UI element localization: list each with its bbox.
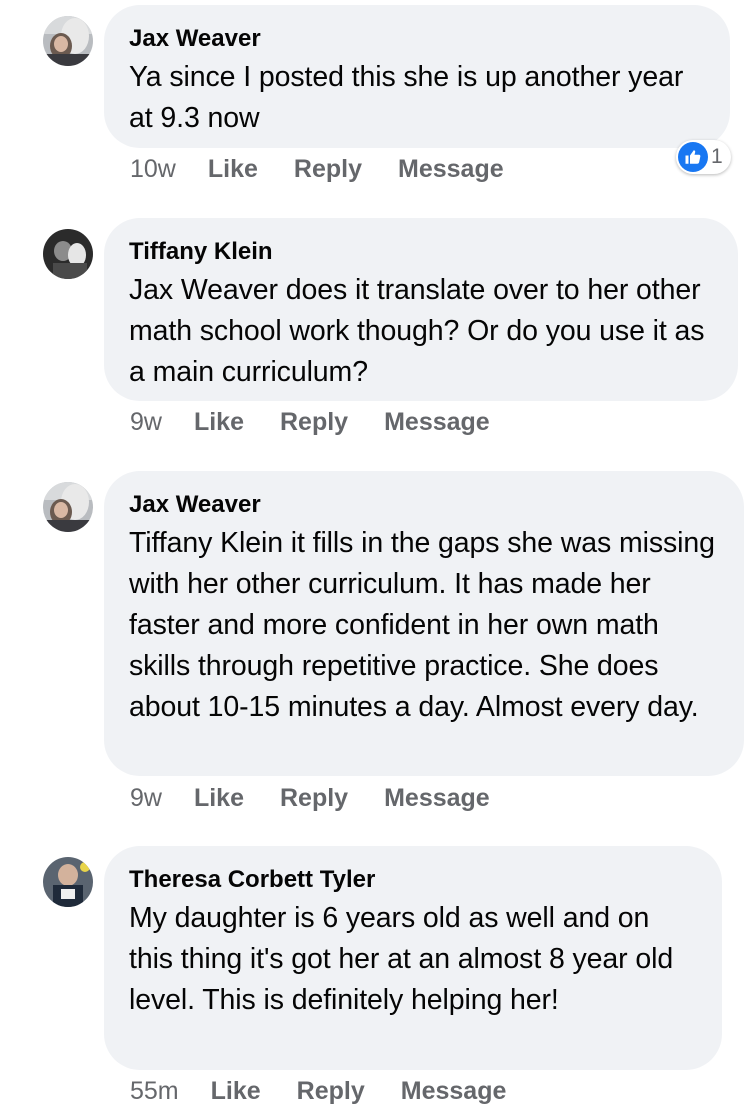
comment-text: My daughter is 6 years old as well and o… [129,902,674,1016]
reply-button[interactable]: Reply [297,1077,365,1105]
timestamp[interactable]: 9w [130,408,162,436]
message-button[interactable]: Message [384,784,490,812]
reaction-count: 1 [711,145,723,168]
message-button[interactable]: Message [384,408,490,436]
reply-button[interactable]: Reply [294,155,362,183]
comment-text: Ya since I posted this she is up another… [129,61,684,134]
author-name[interactable]: Jax Weaver [129,25,706,53]
comment-bubble: Theresa Corbett Tyler My daughter is 6 y… [104,846,722,1070]
comment-bubble: Jax Weaver Ya since I posted this she is… [104,5,730,148]
comment-actions: 9w Like Reply Message [130,407,526,437]
author-name[interactable]: Theresa Corbett Tyler [129,866,698,894]
timestamp[interactable]: 55m [130,1077,179,1105]
reply-button[interactable]: Reply [280,784,348,812]
comment-actions: 10w Like Reply Message [130,154,540,184]
avatar[interactable] [43,229,93,279]
author-name[interactable]: Jax Weaver [129,491,720,519]
comment-text: Tiffany Klein it fills in the gaps she w… [129,527,715,723]
comment-bubble: Jax Weaver Tiffany Klein it fills in the… [104,471,744,776]
avatar[interactable] [43,16,93,66]
comment-bubble: Tiffany Klein Jax Weaver does it transla… [104,218,738,401]
like-button[interactable]: Like [211,1077,261,1105]
reaction-summary[interactable]: 1 [676,140,731,174]
comment-text: Jax Weaver does it translate over to her… [129,274,705,388]
message-button[interactable]: Message [398,155,504,183]
author-name[interactable]: Tiffany Klein [129,238,714,266]
like-button[interactable]: Like [208,155,258,183]
like-button[interactable]: Like [194,408,244,436]
thumbs-up-icon [678,142,708,172]
reply-button[interactable]: Reply [280,408,348,436]
timestamp[interactable]: 10w [130,155,176,183]
timestamp[interactable]: 9w [130,784,162,812]
comment-actions: 9w Like Reply Message [130,783,526,813]
avatar[interactable] [43,857,93,907]
message-button[interactable]: Message [401,1077,507,1105]
like-button[interactable]: Like [194,784,244,812]
avatar[interactable] [43,482,93,532]
comment-actions: 55m Like Reply Message [130,1076,542,1106]
